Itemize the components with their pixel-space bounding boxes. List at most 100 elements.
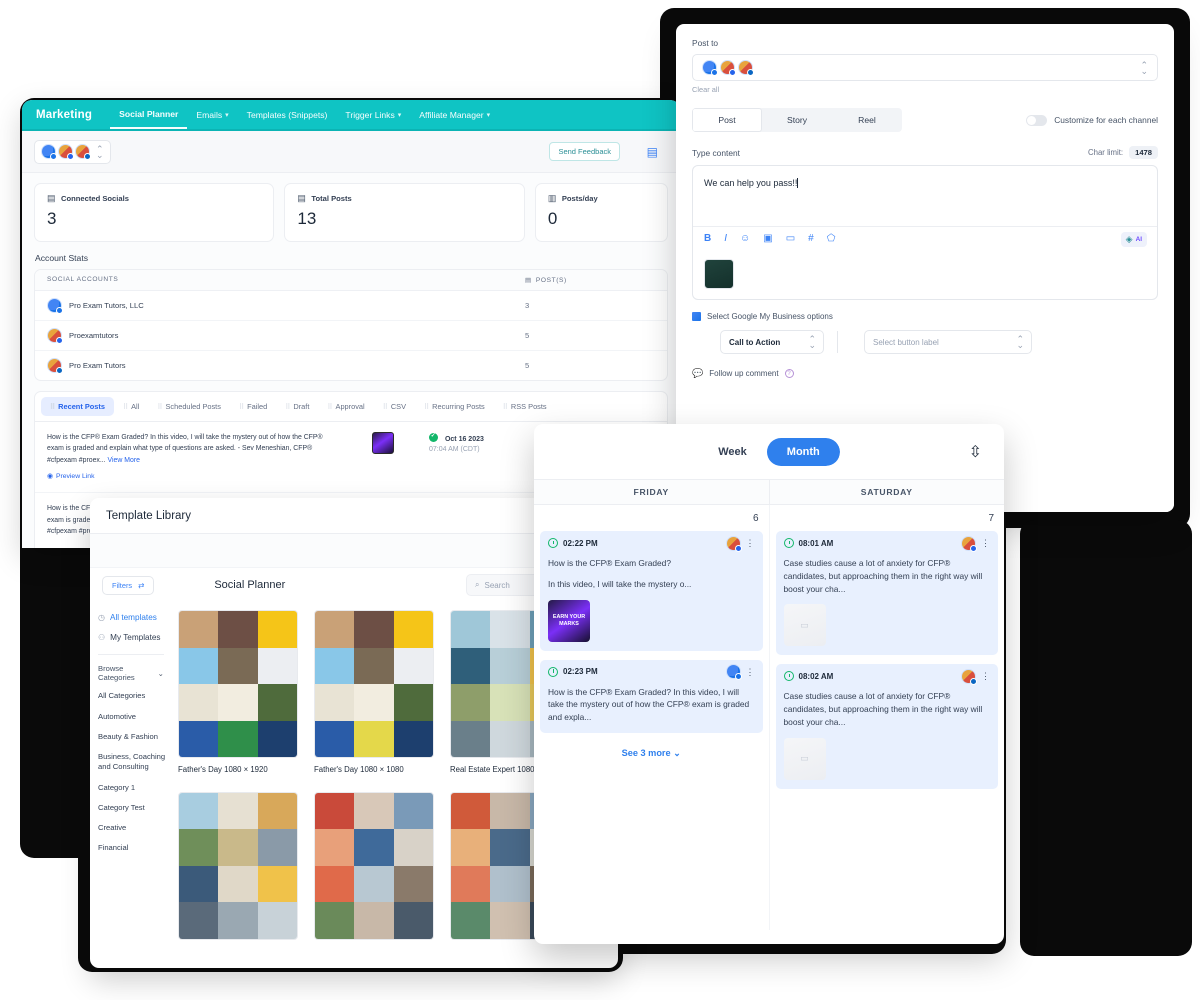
right-backdrop xyxy=(1020,520,1192,956)
nav-tab-emails[interactable]: Emails ▾ xyxy=(187,101,237,128)
nav-tab-social-planner[interactable]: Social Planner xyxy=(110,100,188,129)
preview-link[interactable]: ◉ Preview Link xyxy=(47,471,332,482)
tab-csv[interactable]: ⠿ CSV xyxy=(374,397,415,416)
more-options-icon[interactable]: ⋮ xyxy=(981,672,990,681)
calendar-column-saturday: 7 08:01 AM ⋮ Case studies cause a lot of… xyxy=(768,505,1005,930)
sidebar-item-all-templates[interactable]: ◷ All templates xyxy=(96,608,168,628)
template-thumbnail xyxy=(178,791,298,940)
template-card[interactable] xyxy=(178,791,298,947)
attached-media-strip xyxy=(693,251,1157,299)
video-icon[interactable]: ▭ xyxy=(786,234,795,244)
tab-draft[interactable]: ⠿ Draft xyxy=(276,397,318,416)
see-more-link[interactable]: See 3 more ⌄ xyxy=(540,742,763,765)
chevron-updown-icon: ⌃ ⌄ xyxy=(96,143,104,160)
calendar-column-friday: 6 02:22 PM ⋮ How is the CFP® Exam Graded… xyxy=(534,505,769,930)
grip-icon: ⠿ xyxy=(424,403,429,411)
post-time: 07:04 AM (CDT) xyxy=(429,446,480,453)
table-row[interactable]: Pro Exam Tutors, LLC 3 xyxy=(35,291,667,321)
more-options-icon[interactable]: ⋮ xyxy=(746,539,755,548)
calendar-event[interactable]: 02:22 PM ⋮ How is the CFP® Exam Graded? … xyxy=(540,531,763,651)
button-label-select[interactable]: Select button label ⌃ ⌄ xyxy=(864,330,1032,354)
tab-story[interactable]: Story xyxy=(762,108,832,132)
customize-channel-toggle[interactable] xyxy=(1026,114,1048,126)
sidebar-category-financial[interactable]: Financial xyxy=(96,838,168,858)
tab-label: RSS Posts xyxy=(510,402,547,411)
sidebar-item-label: My Templates xyxy=(110,632,161,642)
more-options-icon[interactable]: ⋮ xyxy=(746,667,755,676)
comment-icon: 💬 xyxy=(692,368,704,378)
ai-assist-button[interactable]: ◈ AI xyxy=(1120,231,1147,247)
bold-icon[interactable]: B xyxy=(704,234,711,244)
clear-all-link[interactable]: Clear all xyxy=(692,85,1158,94)
table-row[interactable]: Proexamtutors 5 xyxy=(35,321,667,351)
call-to-action-value: Call to Action xyxy=(729,337,781,347)
calendar-event[interactable]: 08:02 AM ⋮ Case studies cause a lot of a… xyxy=(775,664,998,789)
tab-scheduled-posts[interactable]: ⠿ Scheduled Posts xyxy=(148,397,230,416)
calendar-daynames: FRIDAY SATURDAY xyxy=(534,479,1004,505)
call-to-action-select[interactable]: Call to Action ⌃ ⌄ xyxy=(720,330,824,354)
view-toggle-month[interactable]: Month xyxy=(766,437,840,466)
help-icon[interactable]: ? xyxy=(784,369,794,378)
grip-icon: ⠿ xyxy=(157,403,162,411)
tab-rss-posts[interactable]: ⠿ RSS Posts xyxy=(494,397,556,416)
event-time: 02:22 PM xyxy=(563,538,598,548)
ai-icon: ◈ xyxy=(1125,233,1133,244)
sidebar-category-automotive[interactable]: Automotive xyxy=(96,707,168,727)
tab-reel[interactable]: Reel xyxy=(832,108,902,132)
app-brand: Marketing xyxy=(36,108,93,121)
button-label-placeholder: Select button label xyxy=(873,337,939,347)
follow-up-comment-row[interactable]: 💬 Follow up comment ? xyxy=(692,368,1158,379)
tab-recurring-posts[interactable]: ⠿ Recurring Posts xyxy=(415,397,494,416)
account-selector[interactable]: ⌃ ⌄ xyxy=(34,139,111,164)
tab-recent-posts[interactable]: ⠿ Recent Posts xyxy=(41,397,114,416)
sidebar-category-business[interactable]: Business, Coaching and Consulting xyxy=(96,747,168,778)
day-number: 6 xyxy=(752,513,759,524)
stat-card-connected-socials: ▤ Connected Socials 3 xyxy=(34,183,275,242)
column-header-posts: ▤ POST(S) xyxy=(525,276,655,285)
view-more-link[interactable]: View More xyxy=(108,457,140,464)
customize-channel-toggle-wrap[interactable]: Customize for each channel xyxy=(1026,114,1158,126)
template-card[interactable] xyxy=(314,791,434,947)
gmb-instagram-avatar xyxy=(961,535,977,552)
section-title: Social Planner xyxy=(214,579,286,591)
template-card[interactable]: Father's Day 1080 × 1920 xyxy=(178,610,298,776)
tab-label: Approval xyxy=(335,402,365,411)
calendar-header: Week Month ⇳ xyxy=(534,424,1004,479)
calendar-event[interactable]: 02:23 PM ⋮ How is the CFP® Exam Graded? … xyxy=(540,659,763,733)
filters-button[interactable]: Filters ⇄ xyxy=(102,575,155,595)
attached-media-thumbnail[interactable] xyxy=(704,259,734,289)
tab-failed[interactable]: ⠿ Failed xyxy=(230,397,276,416)
nav-tab-trigger-links[interactable]: Trigger Links ▾ xyxy=(336,101,410,128)
more-options-icon[interactable]: ⋮ xyxy=(981,539,990,548)
tab-post[interactable]: Post xyxy=(692,108,762,132)
sidebar-category-test[interactable]: Category Test xyxy=(96,798,168,818)
sidebar-item-my-templates[interactable]: ⚇ My Templates xyxy=(96,628,168,648)
column-header-label: POST(S) xyxy=(535,276,567,284)
tab-approval[interactable]: ⠿ Approval xyxy=(318,397,373,416)
gmb-linkedin-avatar xyxy=(47,358,63,374)
tab-all[interactable]: ⠿ All xyxy=(114,397,148,416)
calendar-event[interactable]: 08:01 AM ⋮ Case studies cause a lot of a… xyxy=(775,531,998,656)
template-card[interactable]: Father's Day 1080 × 1080 xyxy=(314,610,434,776)
calendar-icon[interactable]: ▤ xyxy=(647,145,658,159)
emoji-icon[interactable]: ☺ xyxy=(740,234,750,244)
sidebar-category-creative[interactable]: Creative xyxy=(96,818,168,838)
nav-tab-affiliate-manager[interactable]: Affiliate Manager ▾ xyxy=(410,101,499,128)
send-feedback-button[interactable]: Send Feedback xyxy=(549,142,620,161)
tag-icon[interactable]: ⬠ xyxy=(827,234,836,244)
sidebar-category-beauty-fashion[interactable]: Beauty & Fashion xyxy=(96,727,168,747)
hashtag-icon[interactable]: # xyxy=(808,234,814,244)
italic-icon[interactable]: I xyxy=(724,234,727,244)
gmb-instagram-avatar xyxy=(725,535,742,552)
content-textarea[interactable]: We can help you pass!! xyxy=(693,166,1157,226)
content-text: We can help you pass!! xyxy=(704,178,798,188)
nav-tab-templates[interactable]: Templates (Snippets) xyxy=(238,101,337,128)
sliders-icon[interactable]: ⇳ xyxy=(969,442,982,462)
sidebar-category-1[interactable]: Category 1 xyxy=(96,778,168,798)
sidebar-category-all[interactable]: All Categories xyxy=(96,686,168,706)
post-to-select[interactable]: ⌃ ⌄ xyxy=(692,54,1158,81)
view-toggle-week[interactable]: Week xyxy=(698,438,767,466)
browse-categories-toggle[interactable]: Browse Categories ⌄ xyxy=(96,661,168,687)
table-row[interactable]: Pro Exam Tutors 5 xyxy=(35,351,667,380)
image-icon[interactable]: ▣ xyxy=(763,234,772,244)
